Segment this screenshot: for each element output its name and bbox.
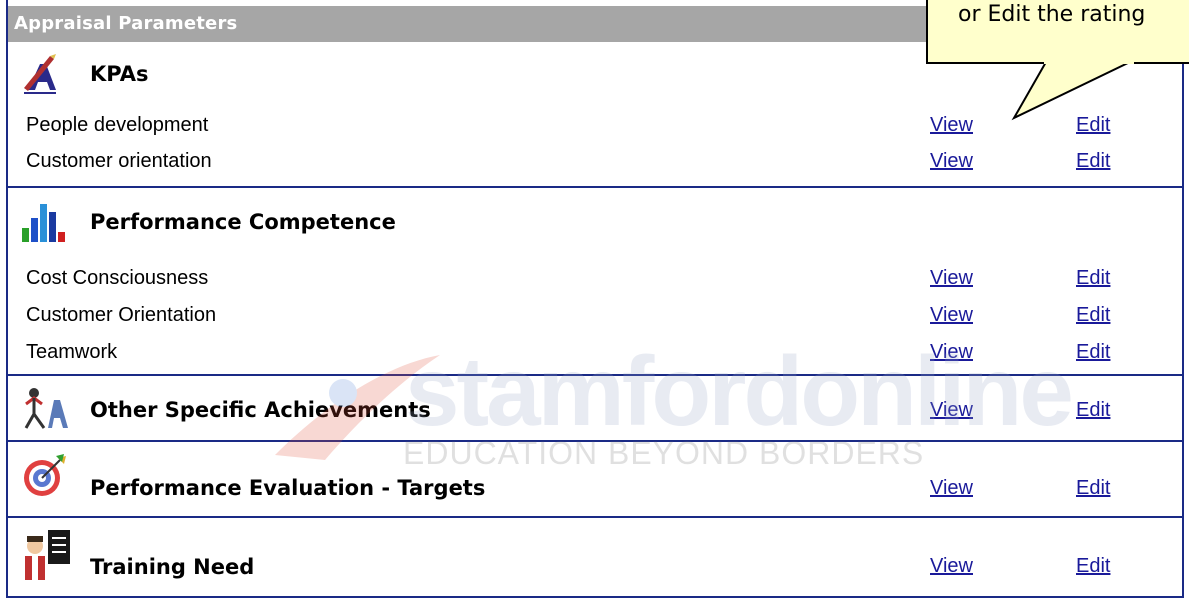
section-divider: [8, 374, 1182, 376]
view-link-people-development[interactable]: View: [930, 114, 973, 137]
view-link-teamwork[interactable]: View: [930, 341, 973, 364]
item-label-teamwork: Teamwork: [26, 341, 118, 363]
edit-link-performance-evaluation-targets[interactable]: Edit: [1076, 477, 1110, 500]
section-divider: [8, 516, 1182, 518]
section-divider: [8, 440, 1182, 442]
view-link-customer-orientation-competence[interactable]: View: [930, 304, 973, 327]
item-label-people-development: People development: [26, 114, 209, 136]
edit-link-customer-orientation-competence[interactable]: Edit: [1076, 304, 1110, 327]
section-divider: [8, 186, 1182, 188]
section-title-training-need: Training Need: [90, 555, 255, 579]
kpa-pen-icon: [20, 50, 72, 96]
edit-link-training-need[interactable]: Edit: [1076, 555, 1110, 578]
achievement-figure-icon: [20, 386, 72, 432]
item-label-customer-orientation-competence: Customer Orientation: [26, 304, 217, 326]
section-title-performance-competence: Performance Competence: [90, 210, 396, 234]
edit-link-customer-orientation[interactable]: Edit: [1076, 150, 1110, 173]
view-link-performance-evaluation-targets[interactable]: View: [930, 477, 973, 500]
edit-link-cost-consciousness[interactable]: Edit: [1076, 267, 1110, 290]
edit-link-other-specific-achievements[interactable]: Edit: [1076, 399, 1110, 422]
bar-chart-icon: [20, 198, 72, 244]
view-link-other-specific-achievements[interactable]: View: [930, 399, 973, 422]
item-label-cost-consciousness: Cost Consciousness: [26, 267, 209, 289]
target-dart-icon: [20, 452, 72, 498]
callout-tooltip: or Edit the rating: [926, 0, 1189, 64]
view-link-training-need[interactable]: View: [930, 555, 973, 578]
edit-link-teamwork[interactable]: Edit: [1076, 341, 1110, 364]
callout-text: or Edit the rating: [958, 2, 1146, 27]
view-link-customer-orientation[interactable]: View: [930, 150, 973, 173]
section-title-kpas: KPAs: [90, 62, 149, 86]
trainer-board-icon: [20, 530, 72, 580]
section-title-performance-evaluation-targets: Performance Evaluation - Targets: [90, 476, 486, 500]
section-title-other-specific-achievements: Other Specific Achievements: [90, 398, 431, 422]
item-label-customer-orientation: Customer orientation: [26, 150, 212, 172]
view-link-cost-consciousness[interactable]: View: [930, 267, 973, 290]
callout-tail-icon: [1011, 62, 1134, 121]
